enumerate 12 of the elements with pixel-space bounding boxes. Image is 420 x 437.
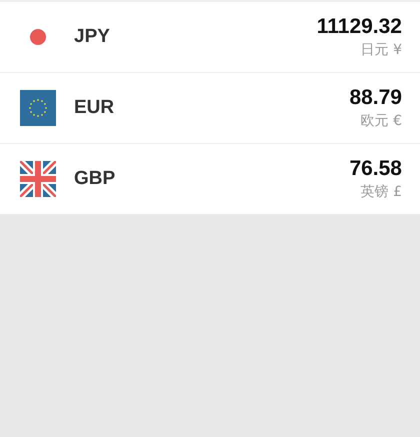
circle-icon [29,28,47,46]
currency-code: GBP [74,168,116,190]
amount: 76.58 [349,157,402,181]
currency-code: EUR [74,97,116,119]
currency-code: JPY [74,26,111,48]
flag-icon [20,90,56,126]
currency-name: 欧元 € [360,112,402,130]
currency-name: 日元 ¥ [360,41,402,59]
amount: 88.79 [349,86,402,110]
amount: 11129.32 [316,15,402,39]
currency-name: 英镑 £ [360,183,402,201]
flag-icon [20,161,56,197]
